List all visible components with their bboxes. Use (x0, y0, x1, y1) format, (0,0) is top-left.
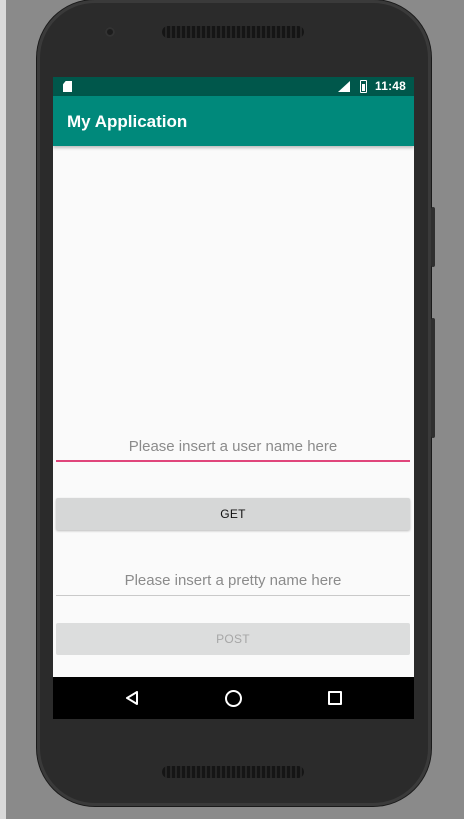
user-name-input[interactable] (56, 432, 410, 462)
recent-apps-icon[interactable] (328, 691, 342, 705)
emulator-background-strip (0, 0, 6, 819)
top-speaker (162, 26, 304, 38)
pretty-name-input[interactable] (56, 566, 410, 596)
volume-button (431, 207, 435, 267)
clock: 11:48 (375, 79, 407, 93)
status-bar: 11:48 (53, 77, 414, 96)
battery-icon (360, 80, 367, 93)
post-button[interactable]: POST (56, 623, 410, 655)
home-icon[interactable] (225, 690, 242, 707)
device-screen: 11:48 My Application GET POST (53, 77, 414, 719)
sd-card-icon (63, 81, 72, 92)
front-camera (105, 27, 115, 37)
app-title: My Application (67, 112, 188, 131)
app-bar: My Application (53, 96, 414, 146)
signal-icon (338, 81, 350, 92)
bottom-speaker (162, 766, 304, 778)
navigation-bar (53, 677, 414, 719)
back-icon[interactable] (125, 691, 139, 705)
power-button (431, 318, 435, 438)
get-button[interactable]: GET (56, 498, 410, 530)
